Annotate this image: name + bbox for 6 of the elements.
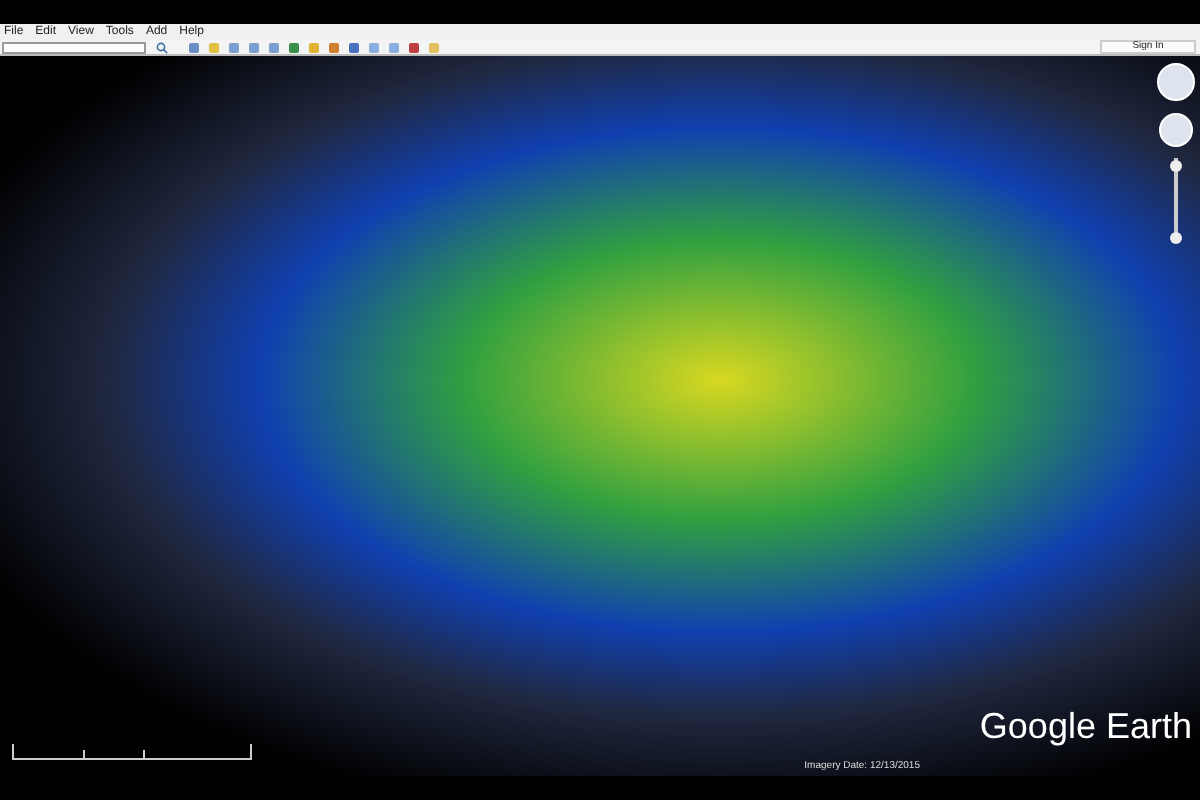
search-icon[interactable] <box>156 41 168 53</box>
logo: Google Earth <box>979 708 1192 744</box>
scale-bar-icon <box>12 744 252 760</box>
navigation-controls-icon[interactable] <box>1156 62 1196 246</box>
square-icon[interactable] <box>188 41 200 53</box>
search-field[interactable] <box>2 41 146 53</box>
